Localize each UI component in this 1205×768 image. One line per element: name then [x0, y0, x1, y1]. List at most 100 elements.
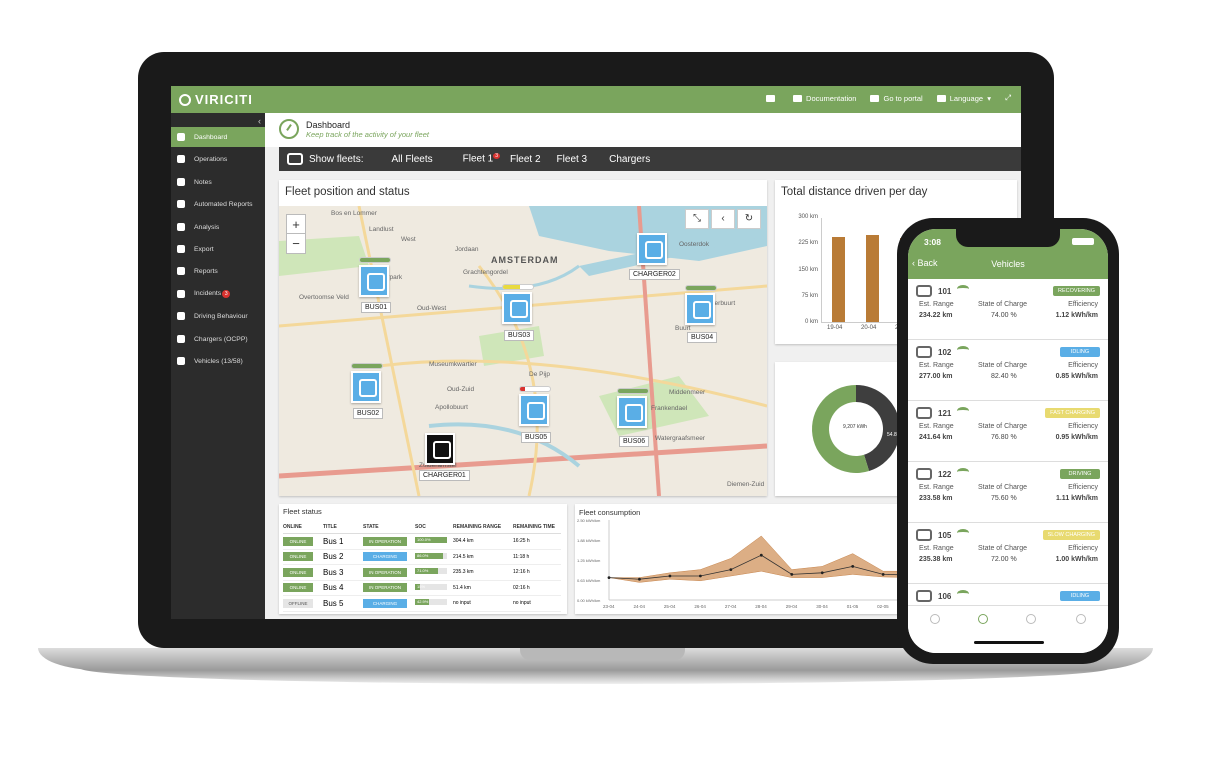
zoom-in-button[interactable]: +	[287, 215, 305, 234]
tab-fleet-3[interactable]: Fleet 3	[557, 154, 588, 165]
table-row[interactable]: ONLINE Bus 2 CHARGING 86.0% 214.5 km 11:18 h	[283, 550, 561, 565]
efficiency-value: 0.95 kWh/km	[1055, 434, 1098, 441]
table-row[interactable]: ONLINE Bus 3 IN OPERATION 71.0% 235.3 km 12:1…	[283, 565, 561, 581]
range-label: Est. Range	[919, 301, 954, 308]
user-icon[interactable]	[766, 94, 779, 102]
soc-value: 76.80 %	[991, 434, 1017, 441]
sidebar-item-incidents[interactable]: Incidents 3	[171, 284, 265, 304]
battery-icon	[1072, 238, 1094, 245]
x-tick-label: 20-04	[861, 325, 877, 331]
sidebar-item-notes[interactable]: Notes	[171, 172, 265, 192]
x-tick-label: 02-05	[877, 604, 889, 609]
sidebar-item-analysis[interactable]: Analysis	[171, 217, 265, 237]
brand-logo[interactable]: VIRICITI	[179, 92, 253, 107]
y-tick-label: 225 km	[798, 240, 818, 247]
online-cell: ONLINE	[283, 567, 323, 577]
distance-title: Total distance driven per day	[781, 186, 928, 198]
distance-bar[interactable]	[832, 237, 845, 322]
bus04-marker[interactable]	[685, 293, 715, 325]
consumption-point[interactable]	[820, 571, 824, 575]
tab-fleet-2[interactable]: Fleet 2	[510, 154, 541, 165]
sidebar-item-dashboard[interactable]: Dashboard	[171, 127, 265, 147]
soc-cell: 15%	[415, 583, 453, 592]
x-tick-label: 25-04	[664, 604, 676, 609]
sidebar-item-chargers[interactable]: Chargers (OCPP)	[171, 329, 265, 349]
zoom-control: + −	[286, 214, 306, 254]
language-menu[interactable]: Language ▾	[936, 94, 991, 103]
portal-link[interactable]: Go to portal	[870, 94, 923, 103]
bus01-marker[interactable]	[359, 265, 389, 297]
online-cell: OFFLINE	[283, 598, 323, 608]
vehicle-list-item[interactable]: 101 RECOVERING Est. Range State of Charge Ef…	[908, 279, 1108, 340]
sidebar-item-export[interactable]: Export	[171, 239, 265, 259]
col-soc[interactable]: SOC	[415, 524, 453, 530]
consumption-point[interactable]	[698, 574, 702, 578]
consumption-point[interactable]	[729, 568, 733, 571]
chevron-left-icon[interactable]: ‹	[711, 209, 735, 229]
soc-label: State of Charge	[978, 362, 1028, 369]
charger02-marker[interactable]	[637, 233, 667, 265]
consumption-point[interactable]	[851, 565, 855, 568]
fleet-map[interactable]: + − ⤡ ‹ ↻ AMSTERDAM Jordaan Grachtengord…	[279, 206, 767, 496]
distance-bar[interactable]	[866, 234, 879, 322]
bus01-soc-bar	[359, 257, 391, 263]
bus02-marker[interactable]	[351, 371, 381, 403]
sidebar-item-driving-behaviour[interactable]: Driving Behaviour	[171, 306, 265, 326]
vehicle-list-item[interactable]: 102 IDLING Est. Range State of Charge Effici…	[908, 340, 1108, 401]
range-value: 233.58 km	[919, 495, 953, 502]
fleet-status-card: Fleet status ONLINE TITLE STATE SOC REMA…	[279, 504, 567, 614]
tab-fleet-1[interactable]: Fleet 13	[463, 153, 500, 165]
bus03-marker[interactable]	[502, 292, 532, 324]
home-indicator	[974, 641, 1044, 644]
table-row[interactable]: OFFLINE Bus 5 CHARGING 42.9% no input no inpu…	[283, 596, 561, 612]
col-remaining-range[interactable]: REMAINING RANGE	[453, 524, 513, 530]
bus05-marker[interactable]	[519, 394, 549, 426]
sidebar-item-automated-reports[interactable]: Automated Reports	[171, 194, 265, 214]
documentation-link[interactable]: Documentation	[793, 94, 856, 103]
y-tick-label: 0 km	[804, 319, 818, 325]
table-row[interactable]: ONLINE Bus 1 IN OPERATION 100.0% 304.4 km 16:…	[283, 534, 561, 550]
consumption-point[interactable]	[607, 576, 611, 579]
sidebar-item-reports[interactable]: Reports	[171, 261, 265, 281]
vehicle-id: 101	[938, 287, 952, 296]
col-title[interactable]: TITLE	[323, 524, 363, 530]
zoom-out-button[interactable]: −	[287, 234, 305, 253]
col-state[interactable]: STATE	[363, 524, 415, 530]
consumption-point[interactable]	[881, 573, 885, 576]
col-remaining-time[interactable]: REMAINING TIME	[513, 524, 561, 530]
y-tick-label: 2.50 kWh/km	[577, 518, 601, 523]
consumption-point[interactable]	[790, 573, 794, 576]
vehicle-list-item[interactable]: 122 DRIVING Est. Range State of Charge Effic…	[908, 462, 1108, 523]
soc-bar: 15%	[415, 583, 447, 590]
map-label: Overtoomse Veld	[299, 294, 349, 301]
tab-all-fleets[interactable]: All Fleets	[391, 154, 432, 165]
map-label: Watergraafsmeer	[655, 435, 705, 442]
y-tick-label: 1.88 kWh/km	[577, 538, 601, 543]
soc-bar: 86.0%	[415, 552, 447, 559]
charger01-marker[interactable]	[425, 433, 455, 465]
sidebar-item-operations[interactable]: Operations	[171, 149, 265, 169]
fullscreen-icon[interactable]: ⤢	[1005, 93, 1011, 103]
sidebar-item-vehicles[interactable]: Vehicles (13/58)	[171, 351, 265, 371]
efficiency-value: 1.12 kWh/km	[1055, 312, 1098, 319]
search-tab-icon[interactable]	[978, 614, 988, 624]
sidebar-collapse-icon[interactable]: ‹	[258, 116, 261, 126]
refresh-icon[interactable]: ↻	[737, 209, 761, 229]
consumption-point[interactable]	[638, 577, 641, 581]
soc-cell: 42.9%	[415, 599, 453, 607]
consumption-point[interactable]	[668, 574, 672, 578]
consumption-point[interactable]	[759, 553, 763, 557]
collapse-map-icon[interactable]: ⤡	[685, 209, 709, 229]
bus06-marker[interactable]	[617, 396, 647, 428]
dashboard-tab-icon[interactable]	[930, 614, 940, 624]
col-online[interactable]: ONLINE	[283, 524, 323, 530]
settings-tab-icon[interactable]	[1076, 614, 1086, 624]
notifications-tab-icon[interactable]	[1026, 614, 1036, 624]
bus-icon	[916, 468, 932, 480]
online-badge: OFFLINE	[283, 598, 313, 608]
tab-chargers[interactable]: Chargers	[609, 154, 650, 165]
vehicle-list-item[interactable]: 121 FAST CHARGING Est. Range State of Charg…	[908, 401, 1108, 462]
table-row[interactable]: ONLINE Bus 4 IN OPERATION 15% 51.4 km 02:16 h	[283, 581, 561, 596]
sidebar: ‹ Dashboard Operations Notes Automated R…	[171, 113, 265, 619]
vehicle-list-item[interactable]: 105 SLOW CHARGING Est. Range State of Charg…	[908, 523, 1108, 584]
